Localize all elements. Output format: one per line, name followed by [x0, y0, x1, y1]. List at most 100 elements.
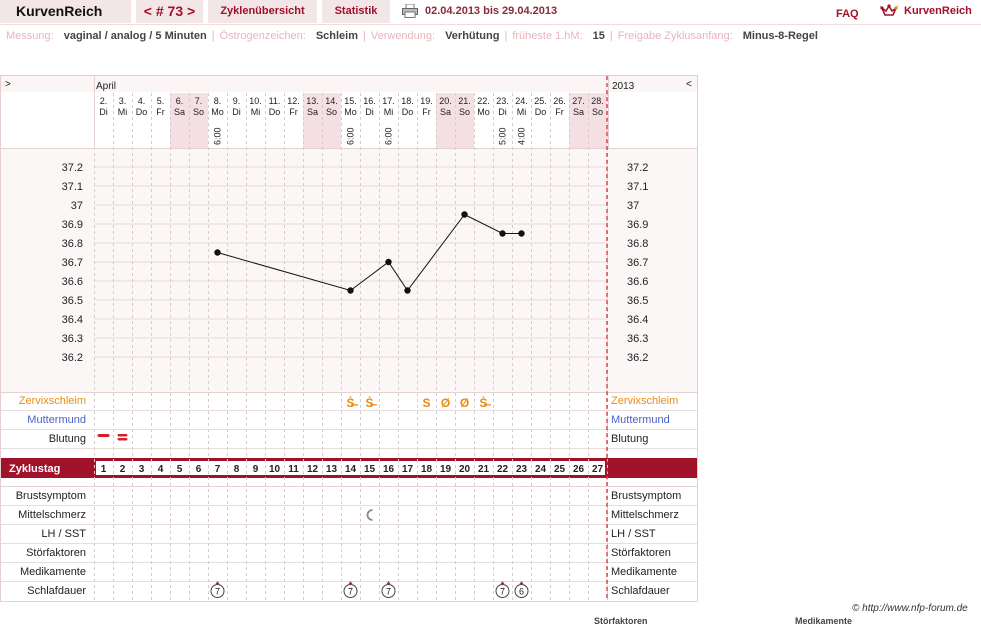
measurement-time: 6:00	[384, 127, 394, 145]
date-label: 17.	[382, 96, 395, 106]
row-label-lh: LH / SST	[41, 528, 86, 540]
date-label: 7.	[195, 96, 203, 106]
cycle-day-number: 23	[516, 464, 528, 475]
cycle-day-number: 5	[177, 464, 183, 475]
weekday-label: Mo	[211, 107, 224, 117]
nav-prev-button[interactable]: >	[5, 79, 11, 90]
cycle-day-number: 25	[554, 464, 566, 475]
y-tick-left: 37.2	[62, 162, 83, 174]
info-separator: |	[363, 30, 366, 42]
y-tick-left: 36.9	[62, 219, 83, 231]
date-label: 3.	[119, 96, 127, 106]
info-value: vaginal / analog / 5 Minuten	[63, 30, 207, 42]
mucus-symbol: S	[422, 396, 430, 410]
weekday-label: So	[193, 107, 204, 117]
date-label: 25.	[534, 96, 547, 106]
weekday-label: Di	[365, 107, 374, 117]
info-value: Schleim	[315, 30, 358, 42]
info-key: Freigabe Zyklusanfang:	[617, 30, 733, 42]
cycle-navigation[interactable]: < # 73 >	[136, 0, 203, 23]
info-value: Verhütung	[445, 30, 500, 42]
info-key: Östrogenzeichen:	[219, 30, 306, 42]
weekday-label: Mo	[344, 107, 357, 117]
weekday-label: Fr	[422, 107, 431, 117]
weekday-label: Mi	[517, 107, 527, 117]
weekday-label: So	[326, 107, 337, 117]
cycle-day-number: 18	[421, 464, 433, 475]
cycle-day-number: 12	[307, 464, 319, 475]
bleeding-mark-light	[97, 434, 110, 437]
cycle-day-number: 1	[101, 464, 107, 475]
tab-statistics[interactable]: Statistik	[322, 0, 390, 23]
weekday-label: Mi	[118, 107, 128, 117]
row-label-bleeding: Blutung	[49, 433, 86, 445]
date-label: 13.	[306, 96, 319, 106]
weekday-label: Di	[99, 107, 108, 117]
sleep-hours: 7	[500, 587, 505, 597]
date-range: 02.04.2013 bis 29.04.2013	[425, 5, 558, 17]
mucus-symbol: Ø	[441, 396, 450, 410]
cycle-chart: > April 2013 <2.Di3.Mi4.Do5.Fr6.Sa7.So8.Mo9…	[0, 75, 698, 602]
weekday-label: Do	[402, 107, 414, 117]
y-tick-right: 36.2	[627, 352, 648, 364]
weekday-label: Do	[136, 107, 148, 117]
cycle-info-line: Messung: vaginal / analog / 5 Minuten | Öst…	[6, 30, 818, 42]
y-tick-right: 37.1	[627, 181, 648, 193]
row-label-bleeding-right: Blutung	[611, 433, 648, 445]
cycle-day-number: 13	[326, 464, 338, 475]
cycle-day-number: 17	[402, 464, 414, 475]
date-label: 15.	[344, 96, 357, 106]
y-tick-left: 36.2	[62, 352, 83, 364]
info-key: Messung:	[6, 30, 54, 42]
date-label: 6.	[176, 96, 184, 106]
date-label: 9.	[233, 96, 241, 106]
date-label: 28.	[591, 96, 604, 106]
weekday-label: Mo	[477, 107, 490, 117]
y-tick-left: 36.5	[62, 295, 83, 307]
cycle-day-number: 15	[364, 464, 376, 475]
cycle-day-number: 16	[383, 464, 395, 475]
date-label: 8.	[214, 96, 222, 106]
date-label: 10.	[249, 96, 262, 106]
cycle-day-number: 22	[497, 464, 509, 475]
date-label: 4.	[138, 96, 146, 106]
row-label-disturbances-right: Störfaktoren	[611, 547, 671, 559]
app-logo[interactable]: KurvenReich	[0, 0, 131, 23]
y-tick-right: 36.9	[627, 219, 648, 231]
row-label-lh-right: LH / SST	[611, 528, 656, 540]
row-label-breast: Brustsymptom	[16, 490, 86, 502]
measurement-time: 5:00	[498, 127, 508, 145]
y-tick-right: 36.8	[627, 238, 648, 250]
cycle-day-number: 4	[158, 464, 164, 475]
tab-cycle-overview[interactable]: Zyklenübersicht	[208, 0, 317, 23]
date-label: 16.	[363, 96, 376, 106]
info-key: früheste 1.hM:	[512, 30, 583, 42]
weekday-label: Mi	[384, 107, 394, 117]
date-label: 24.	[515, 96, 528, 106]
y-tick-left: 36.8	[62, 238, 83, 250]
y-tick-right: 36.6	[627, 276, 648, 288]
brand-link[interactable]: KurvenReich	[880, 0, 972, 23]
printer-icon[interactable]	[402, 4, 418, 18]
weekday-label: So	[459, 107, 470, 117]
weekday-label: Di	[232, 107, 241, 117]
faq-link[interactable]: FAQ	[836, 3, 859, 26]
weekday-label: Fr	[555, 107, 564, 117]
cycle-day-number: 9	[253, 464, 259, 475]
date-label: 27.	[572, 96, 585, 106]
month-label: April	[96, 81, 116, 92]
y-tick-right: 36.4	[627, 314, 648, 326]
date-label: 14.	[325, 96, 338, 106]
year-label: 2013	[612, 81, 635, 92]
y-tick-left: 36.7	[62, 257, 83, 269]
nav-next-button[interactable]: <	[686, 79, 692, 90]
cycle-day-number: 26	[573, 464, 585, 475]
brand-name: KurvenReich	[904, 5, 972, 17]
cycle-day-number: 8	[234, 464, 240, 475]
y-tick-right: 36.5	[627, 295, 648, 307]
sleep-hours: 7	[386, 587, 391, 597]
date-label: 23.	[496, 96, 509, 106]
cycle-day-label: Zyklustag	[9, 463, 60, 475]
info-value: Minus-8-Regel	[742, 30, 818, 42]
temperature-point	[499, 230, 506, 237]
